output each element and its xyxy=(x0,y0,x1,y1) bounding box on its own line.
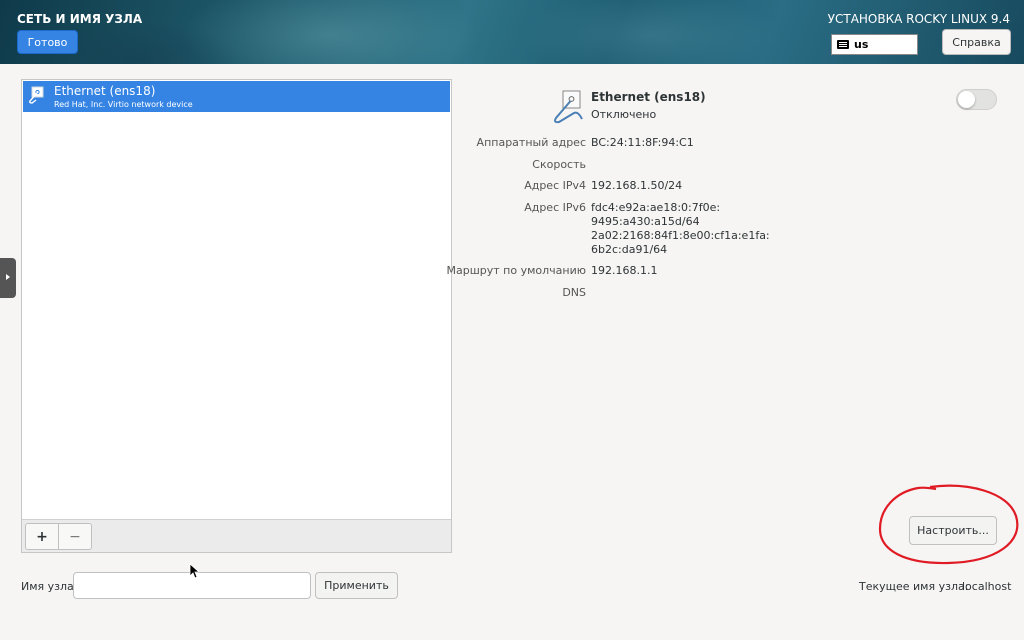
hw-address-value: BC:24:11:8F:94:C1 xyxy=(591,136,694,149)
device-status: Отключено xyxy=(591,108,657,121)
mouse-cursor-icon xyxy=(189,563,199,579)
device-description: Red Hat, Inc. Virtio network device xyxy=(54,100,193,109)
ipv6-label: Адрес IPv6 xyxy=(524,201,586,214)
done-button[interactable]: Готово xyxy=(17,30,78,54)
device-name: Ethernet (ens18) xyxy=(54,84,156,98)
ipv6-value: fdc4:e92a:ae18:0:7f0e: 9495:a430:a15d/64… xyxy=(591,201,770,256)
hw-address-label: Аппаратный адрес xyxy=(476,136,586,149)
device-title: Ethernet (ens18) xyxy=(591,90,706,104)
apply-button[interactable]: Применить xyxy=(315,572,398,599)
list-item-ethernet[interactable]: Ethernet (ens18) Red Hat, Inc. Virtio ne… xyxy=(23,81,450,112)
default-route-label: Маршрут по умолчанию xyxy=(446,264,586,277)
keyboard-layout-label: us xyxy=(854,38,869,51)
help-button[interactable]: Справка xyxy=(942,29,1011,55)
install-title: УСТАНОВКА ROCKY LINUX 9.4 xyxy=(827,12,1010,26)
dns-label: DNS xyxy=(562,286,586,299)
header-bar: СЕТЬ И ИМЯ УЗЛА Готово УСТАНОВКА ROCKY L… xyxy=(0,0,1024,64)
configure-button[interactable]: Настроить... xyxy=(909,516,997,545)
hostname-label: Имя узла: xyxy=(21,580,78,593)
device-list: Ethernet (ens18) Red Hat, Inc. Virtio ne… xyxy=(21,79,452,553)
ipv4-value: 192.168.1.50/24 xyxy=(591,179,683,192)
ipv4-label: Адрес IPv4 xyxy=(524,179,586,192)
current-hostname-value: localhost xyxy=(962,580,1012,593)
current-hostname-label: Текущее имя узла: xyxy=(859,580,969,593)
remove-device-button[interactable]: − xyxy=(58,523,92,550)
list-toolbar: + − xyxy=(22,519,451,552)
add-device-button[interactable]: + xyxy=(25,523,59,550)
default-route-value: 192.168.1.1 xyxy=(591,264,658,277)
speed-label: Скорость xyxy=(532,158,586,171)
keyboard-icon xyxy=(837,40,849,49)
switch-knob xyxy=(958,91,975,108)
network-wired-icon xyxy=(29,86,44,104)
side-panel-toggle[interactable] xyxy=(0,258,16,298)
device-enable-switch[interactable] xyxy=(956,89,997,110)
page-title: СЕТЬ И ИМЯ УЗЛА xyxy=(17,12,143,26)
keyboard-layout-indicator[interactable]: us xyxy=(831,34,918,55)
network-wired-icon xyxy=(554,90,583,124)
